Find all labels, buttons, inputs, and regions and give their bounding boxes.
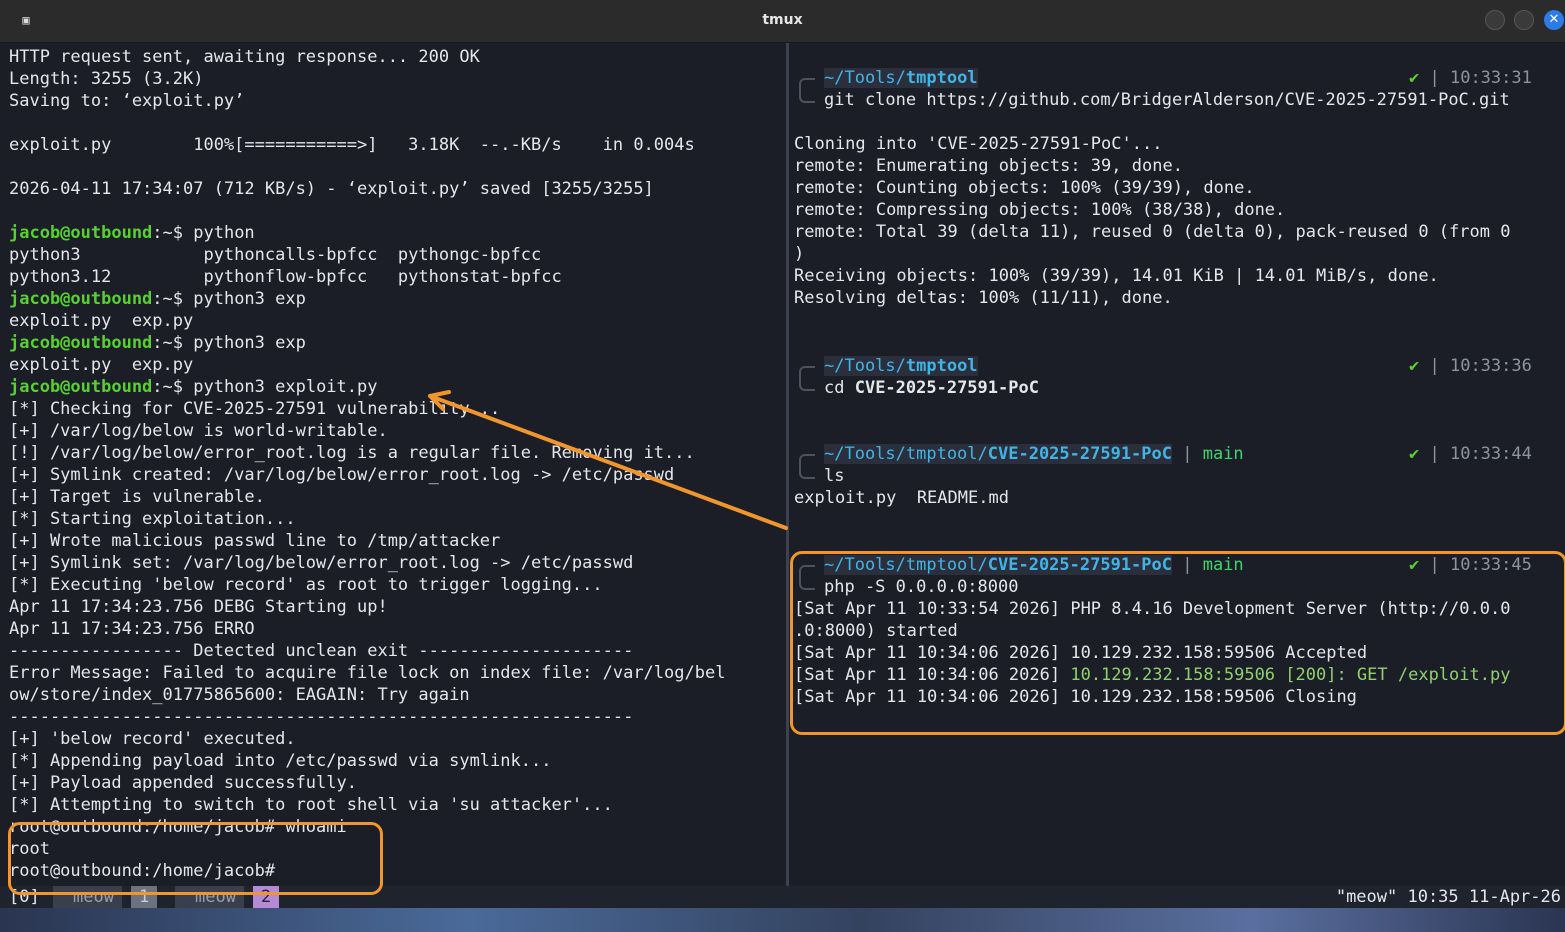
- annotation-arrow-overlay: [428, 390, 788, 530]
- annotation-arrow-line: [428, 394, 788, 530]
